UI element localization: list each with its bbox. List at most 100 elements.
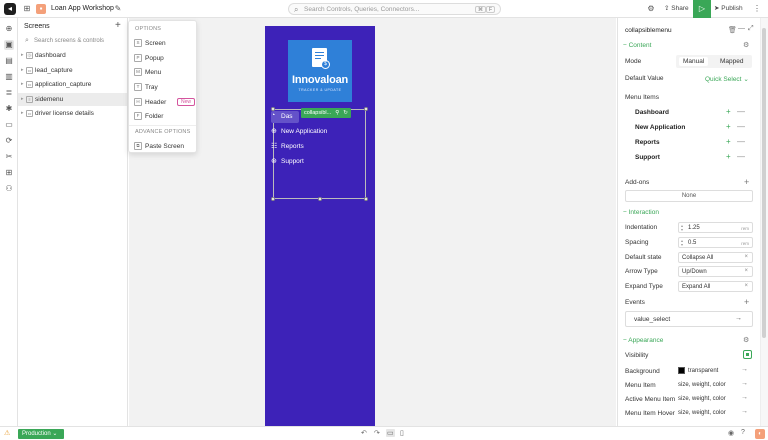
menu-item-row-reports[interactable]: Reports + — [625, 136, 748, 149]
expand-panel-icon[interactable]: ⤢ [748, 25, 754, 33]
environment-select[interactable]: Production ⌄ [18, 429, 64, 439]
help-icon[interactable]: ? [741, 429, 745, 436]
add-subitem-icon[interactable]: + [726, 137, 731, 146]
screens-search[interactable]: ⌕ Search screens & controls [23, 36, 123, 46]
collapse-panel-icon[interactable]: — [738, 25, 745, 32]
menu-item-new-application[interactable]: ⊕ New Application [271, 126, 351, 138]
resize-handle-top-right[interactable] [364, 107, 368, 111]
stepper-icon[interactable]: ▴ ▾ [681, 239, 683, 247]
settings-gear-icon[interactable]: ⚙ [743, 41, 749, 49]
brand-logo[interactable]: $ Innovaloan TRACKER & UPDATE [288, 40, 352, 102]
screen-row-dashboard[interactable]: ▸ Ⓓ dashboard [18, 49, 127, 62]
menu-item-row-new-application[interactable]: New Application + — [625, 121, 748, 134]
share-button[interactable]: ⇪ Share [664, 4, 689, 12]
option-menu[interactable]: M Menu [134, 67, 194, 78]
resize-handle-bottom[interactable] [318, 197, 322, 201]
add-subitem-icon[interactable]: + [726, 152, 731, 161]
close-x-icon[interactable]: × [744, 268, 748, 274]
chevron-right-icon[interactable]: ▸ [21, 52, 24, 58]
spacing-input[interactable]: ▴ ▾ 0.5 rem [678, 237, 753, 248]
quick-select-dropdown[interactable]: Quick Select ⌄ [705, 75, 749, 83]
design-canvas[interactable]: $ Innovaloan TRACKER & UPDATE ◔ Das coll… [129, 18, 616, 426]
screen-row-sidemenu[interactable]: ▸ ≡ sidemenu [18, 93, 127, 106]
publish-button[interactable]: ➤ Publish [714, 4, 743, 12]
screens-icon[interactable]: ▣ [4, 40, 14, 50]
redo-icon[interactable]: ↷ [374, 429, 380, 437]
option-folder[interactable]: F Folder [134, 111, 194, 122]
wrench-icon[interactable]: ⚲ [335, 110, 339, 116]
indentation-input[interactable]: ▴ ▾ 1.25 rem [678, 222, 753, 233]
arrow-right-icon[interactable]: → [741, 394, 748, 401]
settings-gear-icon[interactable]: ⚙ [743, 336, 749, 344]
menu-item-row-dashboard[interactable]: Dashboard + — [625, 106, 748, 119]
delete-icon[interactable]: 🗑 [728, 26, 737, 34]
arrow-type-select[interactable]: Up/Down × [678, 266, 753, 277]
page-icon[interactable]: ▤ [4, 56, 14, 66]
remove-item-icon[interactable]: — [737, 107, 745, 116]
tools-icon[interactable]: ✂ [4, 152, 14, 162]
resize-handle-bottom-left[interactable] [271, 197, 275, 201]
warning-icon[interactable]: ⚠ [4, 429, 10, 437]
chevron-right-icon[interactable]: ▸ [21, 81, 24, 87]
mode-toggle[interactable]: Manual Mapped [676, 55, 752, 68]
mode-manual[interactable]: Manual [679, 57, 709, 66]
screen-row-application-capture[interactable]: ▸ ▭ application_capture [18, 78, 127, 91]
team-icon[interactable]: ⚇ [4, 184, 14, 194]
add-screen-plus-icon[interactable]: + [115, 20, 121, 31]
run-preview-button[interactable]: ▷ [693, 0, 711, 18]
appearance-section-header[interactable]: − Appearance [623, 337, 663, 344]
sidemenu-preview[interactable]: $ Innovaloan TRACKER & UPDATE ◔ Das coll… [265, 26, 375, 426]
option-tray[interactable]: T Tray [134, 82, 194, 93]
chart-icon[interactable]: ▥ [4, 72, 14, 82]
stepper-icon[interactable]: ▴ ▾ [681, 224, 683, 232]
menu-item-row-support[interactable]: Support + — [625, 151, 748, 164]
menu-item-dashboard[interactable]: ◔ Das [271, 111, 299, 123]
addons-field[interactable]: None [625, 190, 753, 202]
eye-icon[interactable]: ◉ [728, 429, 734, 437]
close-x-icon[interactable]: × [744, 254, 748, 260]
app-avatar-icon[interactable]: ▪ [36, 4, 46, 14]
close-x-icon[interactable]: × [744, 283, 748, 289]
default-state-select[interactable]: Collapse All × [678, 252, 753, 263]
arrow-right-icon[interactable]: → [741, 408, 748, 415]
chevron-right-icon[interactable]: ▸ [21, 96, 24, 102]
content-section-header[interactable]: − Content [623, 42, 651, 49]
chevron-right-icon[interactable]: ▸ [21, 110, 24, 116]
arrow-right-icon[interactable]: → [741, 366, 748, 373]
arrow-right-icon[interactable]: → [741, 380, 748, 387]
option-paste-screen[interactable]: ⧉ Paste Screen [134, 141, 194, 152]
menu-item-reports[interactable]: ☷ Reports [271, 141, 351, 153]
refresh-icon[interactable]: ↻ [343, 110, 348, 116]
menu-item-support[interactable]: ⊛ Support [271, 156, 351, 168]
grid-icon[interactable]: ⊞ [22, 4, 32, 14]
interaction-section-header[interactable]: − Interaction [623, 209, 659, 216]
edit-pencil-icon[interactable]: ✎ [113, 4, 123, 14]
database-icon[interactable]: ≣ [4, 88, 14, 98]
code-icon[interactable]: ▭ [4, 120, 14, 130]
table-icon[interactable]: ⊞ [4, 168, 14, 178]
app-logo[interactable]: ◂ [4, 3, 16, 15]
add-component-icon[interactable]: ⊕ [4, 24, 14, 34]
more-options-icon[interactable]: ⋮ [752, 4, 762, 14]
option-popup[interactable]: P Popup [134, 53, 194, 64]
mode-mapped[interactable]: Mapped [720, 58, 744, 65]
expand-type-select[interactable]: Expand All × [678, 281, 753, 292]
undo-icon[interactable]: ↶ [361, 429, 367, 437]
screen-row-lead-capture[interactable]: ▸ ▭ lead_capture [18, 64, 127, 77]
add-subitem-icon[interactable]: + [726, 107, 731, 116]
add-addon-plus-icon[interactable]: + [744, 177, 749, 187]
visibility-checkbox[interactable] [743, 350, 752, 359]
component-selection-tag[interactable]: collapsibl... ⚲ ↻ [301, 108, 351, 118]
arrow-right-icon[interactable]: → [735, 315, 742, 322]
option-header[interactable]: H Header New [134, 97, 196, 108]
workflow-icon[interactable]: ⟳ [4, 136, 14, 146]
resize-handle-bottom-right[interactable] [364, 197, 368, 201]
add-subitem-icon[interactable]: + [726, 122, 731, 131]
mobile-view-icon[interactable]: ▯ [400, 429, 404, 437]
remove-item-icon[interactable]: — [737, 122, 745, 131]
desktop-view-icon[interactable]: ▭ [386, 429, 395, 437]
remove-item-icon[interactable]: — [737, 152, 745, 161]
settings-gear-icon[interactable]: ⚙ [646, 4, 656, 14]
bug-icon[interactable]: ✱ [4, 104, 14, 114]
chevron-right-icon[interactable]: ▸ [21, 67, 24, 73]
